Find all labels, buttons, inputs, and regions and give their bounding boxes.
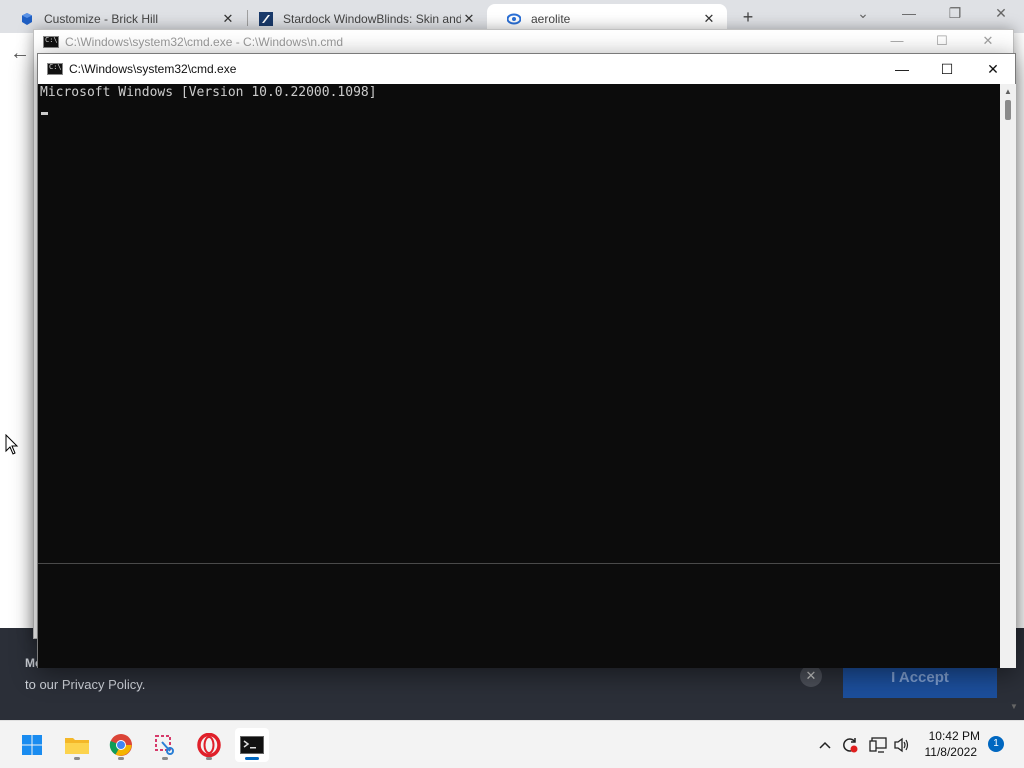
chrome-icon <box>109 734 132 756</box>
new-tab-button[interactable]: + <box>738 7 758 28</box>
close-button[interactable]: ✕ <box>976 33 1000 49</box>
browser-minimize-icon[interactable]: — <box>897 5 921 21</box>
cookie-close-icon[interactable]: ✕ <box>800 665 822 687</box>
start-icon <box>22 735 42 755</box>
network-icon[interactable] <box>868 735 888 755</box>
window-title: C:\Windows\system32\cmd.exe - C:\Windows… <box>65 35 344 49</box>
window-titlebar[interactable]: C:\Windows\system32\cmd.exe - C:\Windows… <box>34 30 1013 54</box>
clock-date[interactable]: 11/8/2022 <box>920 745 978 759</box>
running-indicator <box>245 757 259 760</box>
sync-icon[interactable] <box>840 735 860 755</box>
file-explorer-icon <box>65 738 89 754</box>
taskbar-chrome[interactable] <box>104 728 138 762</box>
start-button[interactable] <box>15 728 49 762</box>
brick-hill-icon <box>22 12 32 25</box>
console-output[interactable]: Microsoft Windows [Version 10.0.22000.10… <box>38 84 1000 668</box>
text-cursor <box>41 112 48 115</box>
taskbar-snipping-tool[interactable] <box>148 728 182 762</box>
running-indicator <box>74 757 80 760</box>
tab-close-icon[interactable]: ✕ <box>701 11 717 27</box>
tab-title: Stardock WindowBlinds: Skin and <box>283 11 461 26</box>
stardock-icon <box>259 11 273 26</box>
mouse-pointer-icon <box>5 434 19 455</box>
volume-icon[interactable] <box>892 735 912 755</box>
tab-close-icon[interactable]: ✕ <box>220 11 236 27</box>
scroll-down-arrow-icon[interactable]: ▼ <box>1010 702 1018 711</box>
console-text: Microsoft Windows [Version 10.0.22000.10… <box>40 85 377 100</box>
opera-icon <box>197 733 221 757</box>
tab-close-icon[interactable]: ✕ <box>461 11 477 27</box>
deviantart-icon <box>507 13 521 24</box>
cmd-window[interactable]: C:\Windows\system32\cmd.exe — ☐ ✕ Micros… <box>37 53 1016 668</box>
browser-restore-icon[interactable]: ❐ <box>943 5 967 22</box>
window-title: C:\Windows\system32\cmd.exe <box>69 62 237 76</box>
tab-title: Customize - Brick Hill <box>44 11 159 26</box>
running-indicator <box>206 757 212 760</box>
tab-title: aerolite <box>531 11 571 26</box>
scroll-up-arrow-icon[interactable]: ▲ <box>1000 84 1016 100</box>
tray-chevron-icon[interactable] <box>815 735 835 755</box>
taskbar-file-explorer[interactable] <box>60 728 94 762</box>
browser-close-icon[interactable]: ✕ <box>989 5 1013 22</box>
pane-divider <box>38 563 1000 564</box>
taskbar-opera[interactable] <box>192 728 226 762</box>
cookie-privacy-text: to our Privacy Policy. <box>25 677 146 692</box>
notification-badge[interactable]: 1 <box>988 736 1004 752</box>
scrollbar-thumb[interactable] <box>1005 100 1011 120</box>
maximize-button[interactable]: ☐ <box>930 33 954 49</box>
cmd-icon <box>47 63 63 75</box>
window-titlebar[interactable]: C:\Windows\system32\cmd.exe <box>38 54 1015 84</box>
snipping-tool-icon <box>155 735 174 755</box>
vertical-scrollbar[interactable]: ▲ <box>1000 84 1016 668</box>
back-arrow-icon[interactable]: ← <box>10 42 30 65</box>
terminal-icon <box>240 736 264 754</box>
running-indicator <box>118 757 124 760</box>
taskbar-terminal[interactable] <box>235 728 269 762</box>
clock-time[interactable]: 10:42 PM <box>920 729 980 743</box>
cmd-icon <box>43 36 59 48</box>
tab-search-icon[interactable]: ⌄ <box>851 5 875 22</box>
running-indicator <box>162 757 168 760</box>
close-button[interactable]: ✕ <box>978 58 1008 80</box>
minimize-button[interactable]: — <box>887 58 917 80</box>
taskbar <box>0 720 1024 768</box>
minimize-button[interactable]: — <box>885 33 909 48</box>
maximize-button[interactable]: ☐ <box>932 58 962 80</box>
